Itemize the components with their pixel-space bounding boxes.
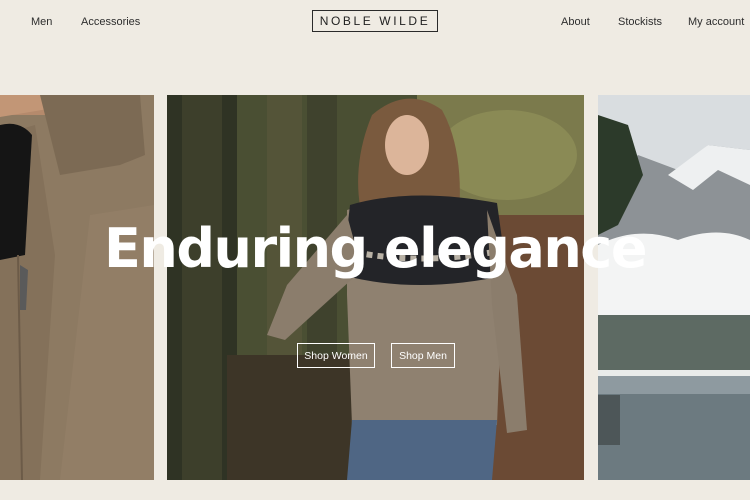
hero-image-center (167, 95, 584, 480)
hero-image-right (598, 95, 750, 480)
nav-link-men[interactable]: Men (31, 16, 52, 28)
nav-link-about[interactable]: About (561, 16, 590, 28)
shop-women-button[interactable]: Shop Women (297, 343, 375, 368)
nav-link-stockists[interactable]: Stockists (618, 16, 662, 28)
shop-men-button[interactable]: Shop Men (391, 343, 455, 368)
hero-image-left (0, 95, 154, 480)
nav-link-accessories[interactable]: Accessories (81, 16, 140, 28)
hero-headline: Enduring elegance (104, 217, 647, 280)
brand-logo[interactable]: NOBLE WILDE (312, 10, 438, 32)
nav-link-my-account[interactable]: My account (688, 16, 744, 28)
